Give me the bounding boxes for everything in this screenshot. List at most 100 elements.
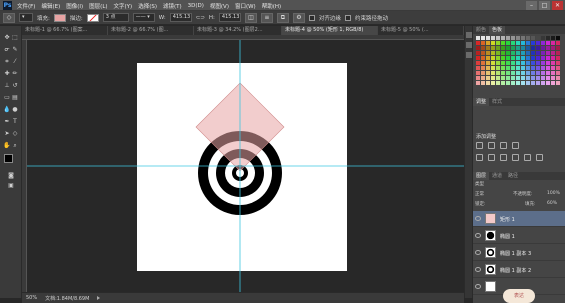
- swatch-cell[interactable]: [486, 41, 490, 45]
- swatch-cell[interactable]: [551, 71, 555, 75]
- maximize-button[interactable]: □: [539, 1, 550, 10]
- swatch-cell[interactable]: [491, 71, 495, 75]
- dodge-tool-icon[interactable]: ●: [11, 106, 19, 114]
- swatch-cell[interactable]: [501, 81, 505, 85]
- swatch-cell[interactable]: [491, 66, 495, 70]
- swatch-cell[interactable]: [551, 41, 555, 45]
- close-button[interactable]: ✕: [552, 1, 563, 10]
- swatch-cell[interactable]: [486, 81, 490, 85]
- swatch-cell[interactable]: [556, 36, 560, 40]
- hand-tool-icon[interactable]: ✋: [3, 142, 11, 150]
- layer-kind-filter[interactable]: 类型: [475, 181, 484, 188]
- swatch-cell[interactable]: [541, 41, 545, 45]
- foreground-color-swatch[interactable]: [4, 154, 13, 163]
- swatch-cell[interactable]: [506, 46, 510, 50]
- swatch-cell[interactable]: [541, 81, 545, 85]
- tab-styles[interactable]: 样式: [489, 98, 505, 106]
- status-menu-arrow-icon[interactable]: [97, 296, 101, 300]
- swatch-cell[interactable]: [491, 36, 495, 40]
- black-white-icon[interactable]: [512, 154, 519, 161]
- swatch-cell[interactable]: [546, 66, 550, 70]
- swatch-cell[interactable]: [536, 56, 540, 60]
- swatch-cell[interactable]: [486, 51, 490, 55]
- swatch-cell[interactable]: [491, 51, 495, 55]
- swatch-cell[interactable]: [476, 46, 480, 50]
- swatch-cell[interactable]: [546, 41, 550, 45]
- swatch-cell[interactable]: [531, 51, 535, 55]
- history-brush-icon[interactable]: ↺: [11, 82, 19, 90]
- curves-icon[interactable]: [500, 142, 507, 149]
- swatch-cell[interactable]: [531, 76, 535, 80]
- fill-value[interactable]: 60%: [547, 201, 557, 208]
- swatch-cell[interactable]: [521, 76, 525, 80]
- swatch-cell[interactable]: [526, 76, 530, 80]
- swatch-cell[interactable]: [476, 66, 480, 70]
- exposure-icon[interactable]: [512, 142, 519, 149]
- swatch-cell[interactable]: [546, 51, 550, 55]
- swatch-cell[interactable]: [491, 81, 495, 85]
- swatch-cell[interactable]: [541, 46, 545, 50]
- shape-mode-select[interactable]: ▾: [19, 13, 33, 22]
- history-panel-icon[interactable]: [466, 32, 472, 38]
- marquee-tool-icon[interactable]: ⬚: [11, 34, 19, 42]
- swatch-cell[interactable]: [531, 46, 535, 50]
- swatch-cell[interactable]: [526, 61, 530, 65]
- swatch-cell[interactable]: [486, 66, 490, 70]
- quick-mask-icon[interactable]: ◙: [7, 172, 15, 180]
- swatch-cell[interactable]: [516, 46, 520, 50]
- shape-tool-icon[interactable]: ◇: [3, 12, 15, 23]
- swatch-cell[interactable]: [476, 41, 480, 45]
- swatch-cell[interactable]: [536, 61, 540, 65]
- swatch-cell[interactable]: [516, 71, 520, 75]
- swatch-cell[interactable]: [506, 56, 510, 60]
- swatch-cell[interactable]: [546, 81, 550, 85]
- tab-color[interactable]: 颜色: [473, 26, 489, 34]
- crop-tool-icon[interactable]: ⌗: [3, 58, 11, 66]
- eyedropper-tool-icon[interactable]: ⁄: [11, 58, 19, 66]
- swatch-cell[interactable]: [556, 41, 560, 45]
- visibility-eye-icon[interactable]: [475, 267, 481, 272]
- swatch-cell[interactable]: [481, 46, 485, 50]
- swatch-cell[interactable]: [546, 56, 550, 60]
- swatch-cell[interactable]: [536, 46, 540, 50]
- align-edges-checkbox[interactable]: [308, 14, 315, 21]
- properties-panel-icon[interactable]: [466, 42, 472, 48]
- character-panel-icon[interactable]: [466, 52, 472, 58]
- swatch-cell[interactable]: [551, 76, 555, 80]
- swatch-cell[interactable]: [521, 51, 525, 55]
- swatch-cell[interactable]: [511, 51, 515, 55]
- swatch-cell[interactable]: [491, 46, 495, 50]
- swatch-cell[interactable]: [556, 46, 560, 50]
- tab-doc-5[interactable]: 未标题-5 @ 50% (...: [378, 26, 464, 35]
- stroke-type-select[interactable]: —— ▾: [132, 13, 155, 22]
- swatch-cell[interactable]: [486, 71, 490, 75]
- swatch-cell[interactable]: [511, 66, 515, 70]
- swatch-cell[interactable]: [536, 66, 540, 70]
- swatch-cell[interactable]: [476, 81, 480, 85]
- swatch-cell[interactable]: [556, 66, 560, 70]
- shape-tool-icon[interactable]: ◇: [11, 130, 19, 138]
- swatch-cell[interactable]: [496, 41, 500, 45]
- swatch-cell[interactable]: [526, 81, 530, 85]
- swatch-cell[interactable]: [496, 36, 500, 40]
- swatch-cell[interactable]: [556, 61, 560, 65]
- swatch-cell[interactable]: [506, 51, 510, 55]
- menu-edit[interactable]: 编辑(E): [41, 2, 60, 10]
- swatch-cell[interactable]: [501, 71, 505, 75]
- swatch-cell[interactable]: [511, 46, 515, 50]
- swatch-cell[interactable]: [521, 56, 525, 60]
- swatch-cell[interactable]: [531, 66, 535, 70]
- swatch-cell[interactable]: [521, 66, 525, 70]
- swatch-cell[interactable]: [536, 81, 540, 85]
- swatch-cell[interactable]: [521, 41, 525, 45]
- swatches-grid[interactable]: [476, 36, 562, 88]
- screen-mode-icon[interactable]: ▣: [7, 182, 15, 190]
- swatch-cell[interactable]: [506, 66, 510, 70]
- swatch-cell[interactable]: [501, 56, 505, 60]
- menu-layer[interactable]: 图层(L): [89, 2, 107, 10]
- swatch-cell[interactable]: [486, 36, 490, 40]
- swatch-cell[interactable]: [486, 76, 490, 80]
- menu-type[interactable]: 文字(Y): [114, 2, 133, 10]
- swatch-cell[interactable]: [541, 51, 545, 55]
- link-icon[interactable]: ⊂⊃: [196, 15, 205, 21]
